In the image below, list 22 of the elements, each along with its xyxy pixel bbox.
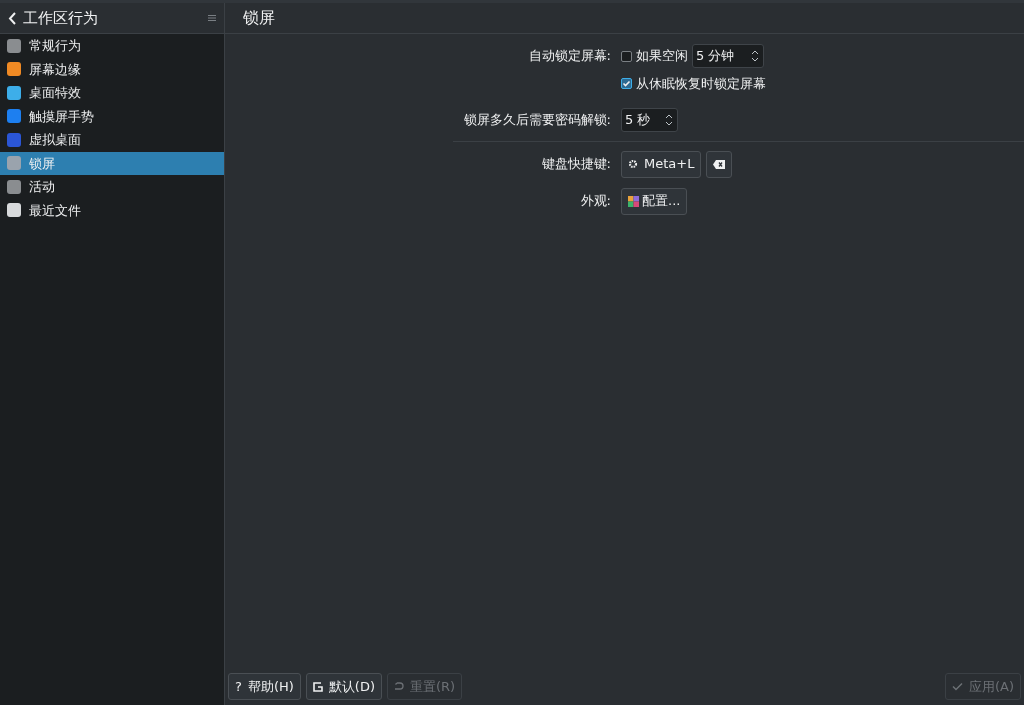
configure-button[interactable]: 配置... [621,187,688,215]
page-title: 锁屏 [243,7,275,29]
sidebar-item[interactable]: 活动 [0,175,224,199]
form-label: 自动锁定屏幕: [527,47,611,66]
sidebar-item[interactable]: 最近文件 [0,198,224,222]
grace-time-spinbox[interactable]: 5 秒 [621,107,678,132]
idle-time-spinbox[interactable]: 5 分钟 [692,44,764,68]
defaults-button[interactable]: 默认(D) [305,673,382,700]
form-label: 键盘快捷键: [540,155,611,174]
sidebar-title: 工作区行为 [23,7,98,29]
shortcut-button[interactable]: Meta+L [621,150,702,178]
sidebar-item[interactable]: 屏幕边缘 [0,57,224,81]
sidebar-item[interactable]: 锁屏 [0,151,224,175]
help-button[interactable]: ? 帮助(H) [228,673,301,700]
sidebar-item[interactable]: 触摸屏手势 [0,104,224,128]
checkbox-label: 如果空闲 [636,47,688,66]
sidebar-item[interactable]: 虚拟桌面 [0,128,224,152]
sidebar-item[interactable]: 桌面特效 [0,81,224,105]
checkbox-label: 从休眠恢复时锁定屏幕 [636,75,766,93]
form-label: 锁屏多久后需要密码解锁: [462,110,611,129]
sidebar-item[interactable]: 常规行为 [0,34,224,58]
form-label: 外观: [579,192,611,211]
